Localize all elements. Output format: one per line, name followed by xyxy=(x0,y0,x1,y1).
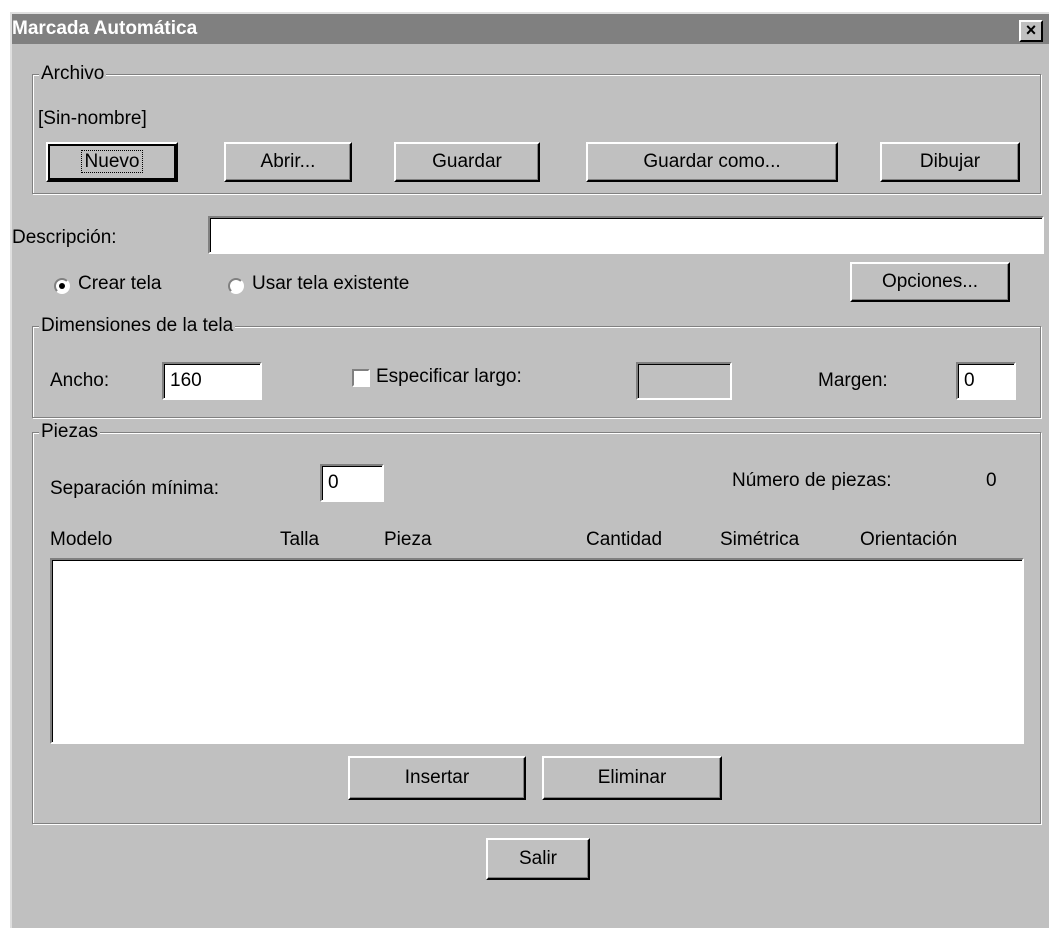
column-header-orientacion[interactable]: Orientación xyxy=(860,529,957,551)
nuevo-button-label: Nuevo xyxy=(80,150,144,173)
filename-label: [Sin-nombre] xyxy=(38,108,147,129)
salir-button[interactable]: Salir xyxy=(486,838,590,880)
abrir-button[interactable]: Abrir... xyxy=(224,142,352,182)
nuevo-button[interactable]: Nuevo xyxy=(46,142,178,182)
close-icon: × xyxy=(1025,20,1037,40)
numero-piezas-value: 0 xyxy=(986,470,997,491)
column-header-talla[interactable]: Talla xyxy=(280,529,319,551)
window-title: Marcada Automática xyxy=(12,18,198,39)
margen-label: Margen: xyxy=(818,370,888,391)
dialog-window: Marcada Automática × Archivo [Sin-nombre… xyxy=(10,12,1049,928)
guardar-button[interactable]: Guardar xyxy=(394,142,540,182)
numero-piezas-label: Número de piezas: xyxy=(732,470,892,491)
separacion-input[interactable] xyxy=(320,464,384,502)
ancho-input[interactable] xyxy=(162,362,262,400)
especificar-largo-checkbox[interactable] xyxy=(352,369,370,387)
usar-tela-existente-radio[interactable] xyxy=(228,278,244,294)
largo-input xyxy=(636,362,732,400)
ancho-label: Ancho: xyxy=(50,370,110,391)
crear-tela-label[interactable]: Crear tela xyxy=(78,273,161,295)
close-button[interactable]: × xyxy=(1019,20,1043,42)
insertar-button[interactable]: Insertar xyxy=(348,756,526,800)
column-header-modelo[interactable]: Modelo xyxy=(50,529,112,551)
column-header-cantidad[interactable]: Cantidad xyxy=(586,529,662,551)
margen-input[interactable] xyxy=(956,362,1016,400)
radio-selected-dot xyxy=(59,283,65,289)
piezas-list[interactable] xyxy=(50,558,1024,744)
descripcion-input[interactable] xyxy=(208,216,1044,254)
dimensiones-legend: Dimensiones de la tela xyxy=(39,315,236,337)
guardar-como-button[interactable]: Guardar como... xyxy=(586,142,838,182)
usar-tela-existente-label[interactable]: Usar tela existente xyxy=(252,273,409,295)
column-header-pieza[interactable]: Pieza xyxy=(384,529,432,551)
piezas-legend: Piezas xyxy=(39,421,101,443)
crear-tela-radio[interactable] xyxy=(54,278,70,294)
descripcion-label: Descripción: xyxy=(12,227,117,248)
opciones-button[interactable]: Opciones... xyxy=(850,262,1010,302)
archivo-legend: Archivo xyxy=(39,63,107,85)
eliminar-button[interactable]: Eliminar xyxy=(542,756,722,800)
especificar-largo-label[interactable]: Especificar largo: xyxy=(376,366,522,388)
separacion-label: Separación mínima: xyxy=(50,478,219,499)
title-bar[interactable]: Marcada Automática × xyxy=(12,14,1049,44)
dibujar-button[interactable]: Dibujar xyxy=(880,142,1020,182)
column-header-simetrica[interactable]: Simétrica xyxy=(720,529,799,551)
